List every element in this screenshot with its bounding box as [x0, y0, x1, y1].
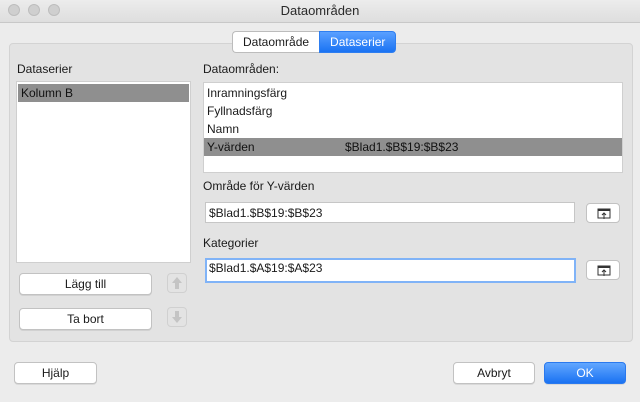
- range-item-namn[interactable]: Namn: [204, 120, 622, 138]
- series-list[interactable]: Kolumn B: [16, 81, 191, 263]
- tab-bar: Dataområde Dataserier: [232, 31, 397, 53]
- select-range-icon: [597, 265, 611, 276]
- select-range-icon: [597, 208, 611, 219]
- series-list-label: Dataserier: [17, 62, 73, 76]
- categories-label: Kategorier: [203, 236, 259, 250]
- range-item-y-varden[interactable]: Y-värden $Blad1.$B$19:$B$23: [204, 138, 622, 156]
- y-range-field[interactable]: $Blad1.$B$19:$B$23: [205, 202, 575, 223]
- zoom-window-button[interactable]: [48, 4, 60, 16]
- arrow-up-icon: [172, 277, 182, 289]
- tab-dataomrade[interactable]: Dataområde: [232, 31, 320, 53]
- range-item-inramningsfarg[interactable]: Inramningsfärg: [204, 84, 622, 102]
- ok-button[interactable]: OK: [544, 362, 626, 384]
- move-up-button[interactable]: [167, 273, 187, 293]
- range-item-name: Inramningsfärg: [207, 86, 288, 100]
- remove-series-button[interactable]: Ta bort: [19, 308, 152, 330]
- cancel-button[interactable]: Avbryt: [453, 362, 535, 384]
- range-item-name: Namn: [207, 122, 240, 136]
- y-range-label: Område för Y-värden: [203, 179, 315, 193]
- tab-dataserier[interactable]: Dataserier: [319, 31, 397, 53]
- range-item-name: Y-värden: [207, 140, 255, 154]
- data-ranges-label: Dataområden:: [203, 62, 280, 76]
- window-title: Dataområden: [280, 3, 360, 18]
- y-range-select-button[interactable]: [586, 203, 620, 223]
- move-down-button[interactable]: [167, 307, 187, 327]
- close-window-button[interactable]: [8, 4, 20, 16]
- range-item-fyllnadsfarg[interactable]: Fyllnadsfärg: [204, 102, 622, 120]
- categories-select-button[interactable]: [586, 260, 620, 280]
- series-list-item[interactable]: Kolumn B: [18, 84, 189, 102]
- title-bar: Dataområden: [0, 0, 640, 23]
- add-series-button[interactable]: Lägg till: [19, 273, 152, 295]
- data-ranges-list[interactable]: Inramningsfärg Fyllnadsfärg Namn Y-värde…: [203, 82, 623, 173]
- range-item-name: Fyllnadsfärg: [207, 104, 273, 118]
- categories-field[interactable]: $Blad1.$A$19:$A$23: [205, 258, 576, 283]
- help-button[interactable]: Hjälp: [14, 362, 97, 384]
- minimize-window-button[interactable]: [28, 4, 40, 16]
- range-item-value: $Blad1.$B$19:$B$23: [345, 140, 459, 154]
- arrow-down-icon: [172, 311, 182, 323]
